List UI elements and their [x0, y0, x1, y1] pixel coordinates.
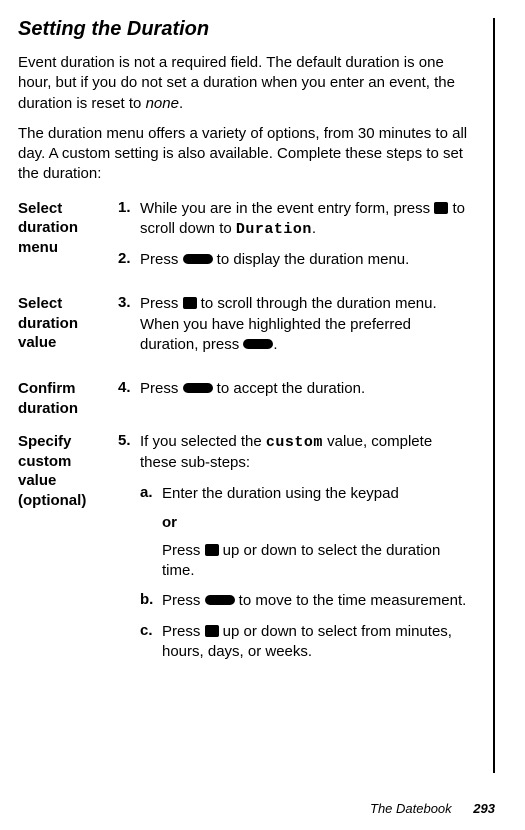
nav-key-icon: [183, 297, 197, 309]
sub-item-c: c. Press up or down to select from minut…: [140, 622, 473, 663]
step-row-3: Confirm duration 4. Press to accept the …: [18, 379, 473, 432]
soft-key-icon: [183, 383, 213, 393]
step-text: Press to display the duration menu.: [140, 250, 473, 270]
soft-key-icon: [183, 254, 213, 264]
or-text: Press up or down to select the duration …: [162, 541, 473, 582]
step-row-2: Select duration value 3. Press to scroll…: [18, 294, 473, 379]
step-content-4: 5. If you selected the custom value, com…: [118, 432, 473, 686]
label-text: duration: [18, 219, 78, 236]
step-text: If you selected the custom value, comple…: [140, 432, 473, 474]
intro-paragraph-1: Event duration is not a required field. …: [18, 53, 473, 114]
page-footer: The Datebook 293: [370, 801, 495, 816]
sub-letter: a.: [140, 484, 162, 504]
steps-table: Select duration menu 1. While you are in…: [18, 199, 473, 687]
step-row-4: Specify custom value (optional) 5. If yo…: [18, 432, 473, 686]
or-label: or: [162, 514, 473, 531]
content-area: Setting the Duration Event duration is n…: [18, 18, 495, 773]
label-text: Confirm: [18, 380, 76, 397]
numbered-item-5: 5. If you selected the custom value, com…: [118, 432, 473, 474]
text-part: While you are in the event entry form, p…: [140, 200, 434, 217]
nav-key-icon: [434, 202, 448, 214]
sub-item-a: a. Enter the duration using the keypad: [140, 484, 473, 504]
label-text: menu: [18, 239, 58, 256]
soft-key-icon: [205, 595, 235, 605]
intro1-b: .: [179, 95, 183, 112]
step-text: Press to accept the duration.: [140, 379, 473, 399]
step-label-3: Confirm duration: [18, 379, 118, 432]
label-text: (optional): [18, 492, 86, 509]
sub-letter: c.: [140, 622, 162, 663]
page-number: 293: [473, 801, 495, 816]
text-part: Press: [162, 592, 205, 609]
text-part: Press: [162, 542, 205, 559]
label-text: Specify: [18, 433, 71, 450]
step-content-2: 3. Press to scroll through the duration …: [118, 294, 473, 379]
text-part: Press: [140, 251, 183, 268]
text-part: to display the duration menu.: [213, 251, 410, 268]
intro1-none: none: [146, 95, 179, 112]
footer-label: The Datebook: [370, 801, 452, 816]
text-part: Press: [140, 295, 183, 312]
numbered-item-1: 1. While you are in the event entry form…: [118, 199, 473, 241]
section-title: Setting the Duration: [18, 18, 473, 41]
step-label-1: Select duration menu: [18, 199, 118, 295]
label-text: value: [18, 334, 56, 351]
sub-text: Enter the duration using the keypad: [162, 484, 473, 504]
label-text: duration: [18, 400, 78, 417]
label-text: custom: [18, 453, 71, 470]
sub-letter: b.: [140, 591, 162, 611]
step-number: 3.: [118, 294, 140, 355]
step-label-2: Select duration value: [18, 294, 118, 379]
mono-text: Duration: [236, 221, 312, 238]
text-part: If you selected the: [140, 433, 266, 450]
step-row-1: Select duration menu 1. While you are in…: [18, 199, 473, 295]
soft-key-icon: [243, 339, 273, 349]
text-part: to accept the duration.: [213, 380, 366, 397]
text-part: to move to the time measurement.: [235, 592, 467, 609]
step-content-3: 4. Press to accept the duration.: [118, 379, 473, 432]
mono-text: custom: [266, 434, 323, 451]
nav-key-icon: [205, 625, 219, 637]
label-text: value: [18, 472, 56, 489]
step-number: 2.: [118, 250, 140, 270]
intro1-a: Event duration is not a required field. …: [18, 54, 455, 112]
nav-key-icon: [205, 544, 219, 556]
step-text: While you are in the event entry form, p…: [140, 199, 473, 241]
text-part: .: [273, 336, 277, 353]
step-number: 4.: [118, 379, 140, 399]
step-number: 1.: [118, 199, 140, 241]
numbered-item-2: 2. Press to display the duration menu.: [118, 250, 473, 270]
label-text: duration: [18, 315, 78, 332]
step-text: Press to scroll through the duration men…: [140, 294, 473, 355]
numbered-item-3: 3. Press to scroll through the duration …: [118, 294, 473, 355]
sub-text: Press up or down to select from minutes,…: [162, 622, 473, 663]
intro-paragraph-2: The duration menu offers a variety of op…: [18, 124, 473, 185]
step-label-4: Specify custom value (optional): [18, 432, 118, 686]
sub-item-b: b. Press to move to the time measurement…: [140, 591, 473, 611]
label-text: Select: [18, 295, 62, 312]
text-part: .: [312, 220, 316, 237]
text-part: Press: [140, 380, 183, 397]
text-part: Press: [162, 623, 205, 640]
label-text: Select: [18, 200, 62, 217]
numbered-item-4: 4. Press to accept the duration.: [118, 379, 473, 399]
step-content-1: 1. While you are in the event entry form…: [118, 199, 473, 295]
step-number: 5.: [118, 432, 140, 474]
sub-text: Press to move to the time measurement.: [162, 591, 473, 611]
